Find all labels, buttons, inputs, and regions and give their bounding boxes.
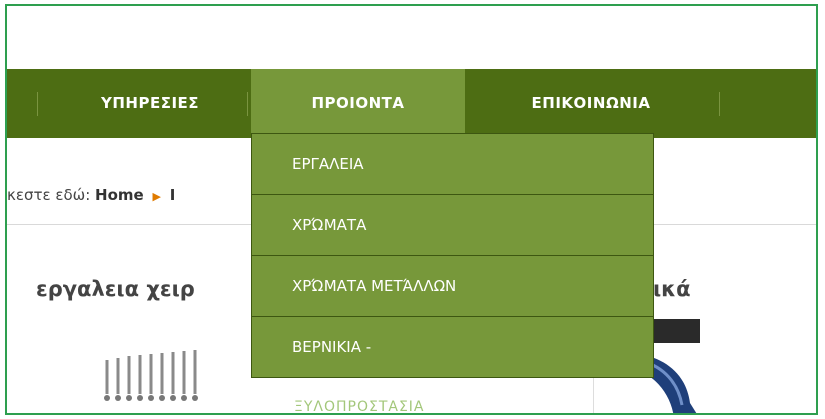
- main-navbar: ΥΠΗΡΕΣΙΕΣ ΠΡΟΙΟΝΤΑ ΕΠΙΚΟΙΝΩΝΙΑ: [7, 69, 816, 138]
- nav-item-services[interactable]: ΥΠΗΡΕΣΙΕΣ: [55, 69, 245, 138]
- breadcrumb-next-link[interactable]: Ι: [170, 186, 176, 204]
- products-dropdown-menu: ΕΡΓΑΛΕΙΑ ΧΡΏΜΑΤΑ ΧΡΏΜΑΤΑ ΜΕΤΆΛΛΩΝ ΒΕΡΝΙΚ…: [251, 133, 654, 378]
- breadcrumb-home-link[interactable]: Home: [95, 186, 144, 204]
- nav-separator: [247, 92, 248, 116]
- dropdown-item-paints[interactable]: ΧΡΏΜΑΤΑ: [252, 195, 653, 256]
- breadcrumb: κεστε εδώ: Home ▶ Ι: [7, 186, 175, 204]
- wrench-set-image[interactable]: [101, 350, 211, 405]
- nav-item-products[interactable]: ΠΡΟΙΟΝΤΑ: [251, 69, 465, 138]
- breadcrumb-prefix: κεστε εδώ:: [7, 186, 91, 204]
- nav-separator: [37, 92, 38, 116]
- dropdown-item-varnishes[interactable]: ΒΕΡΝΙΚΙΑ -: [252, 317, 653, 377]
- section-title-left: εργαλεια χειρ: [36, 277, 195, 301]
- page-frame: ΥΠΗΡΕΣΙΕΣ ΠΡΟΙΟΝΤΑ ΕΠΙΚΟΙΝΩΝΙΑ κεστε εδώ…: [5, 4, 818, 415]
- nav-separator: [719, 92, 720, 116]
- dropdown-item-metal-paints[interactable]: ΧΡΏΜΑΤΑ ΜΕΤΆΛΛΩΝ: [252, 256, 653, 317]
- section-title-right: ικά: [653, 277, 691, 301]
- nav-item-contact[interactable]: ΕΠΙΚΟΙΝΩΝΙΑ: [471, 69, 711, 138]
- dropdown-item-tools[interactable]: ΕΡΓΑΛΕΙΑ: [252, 134, 653, 195]
- product-category-ghost-label: ΞΥΛΟΠΡΟΣΤΑΣΙΑ: [294, 399, 425, 415]
- breadcrumb-arrow-icon: ▶: [152, 190, 161, 203]
